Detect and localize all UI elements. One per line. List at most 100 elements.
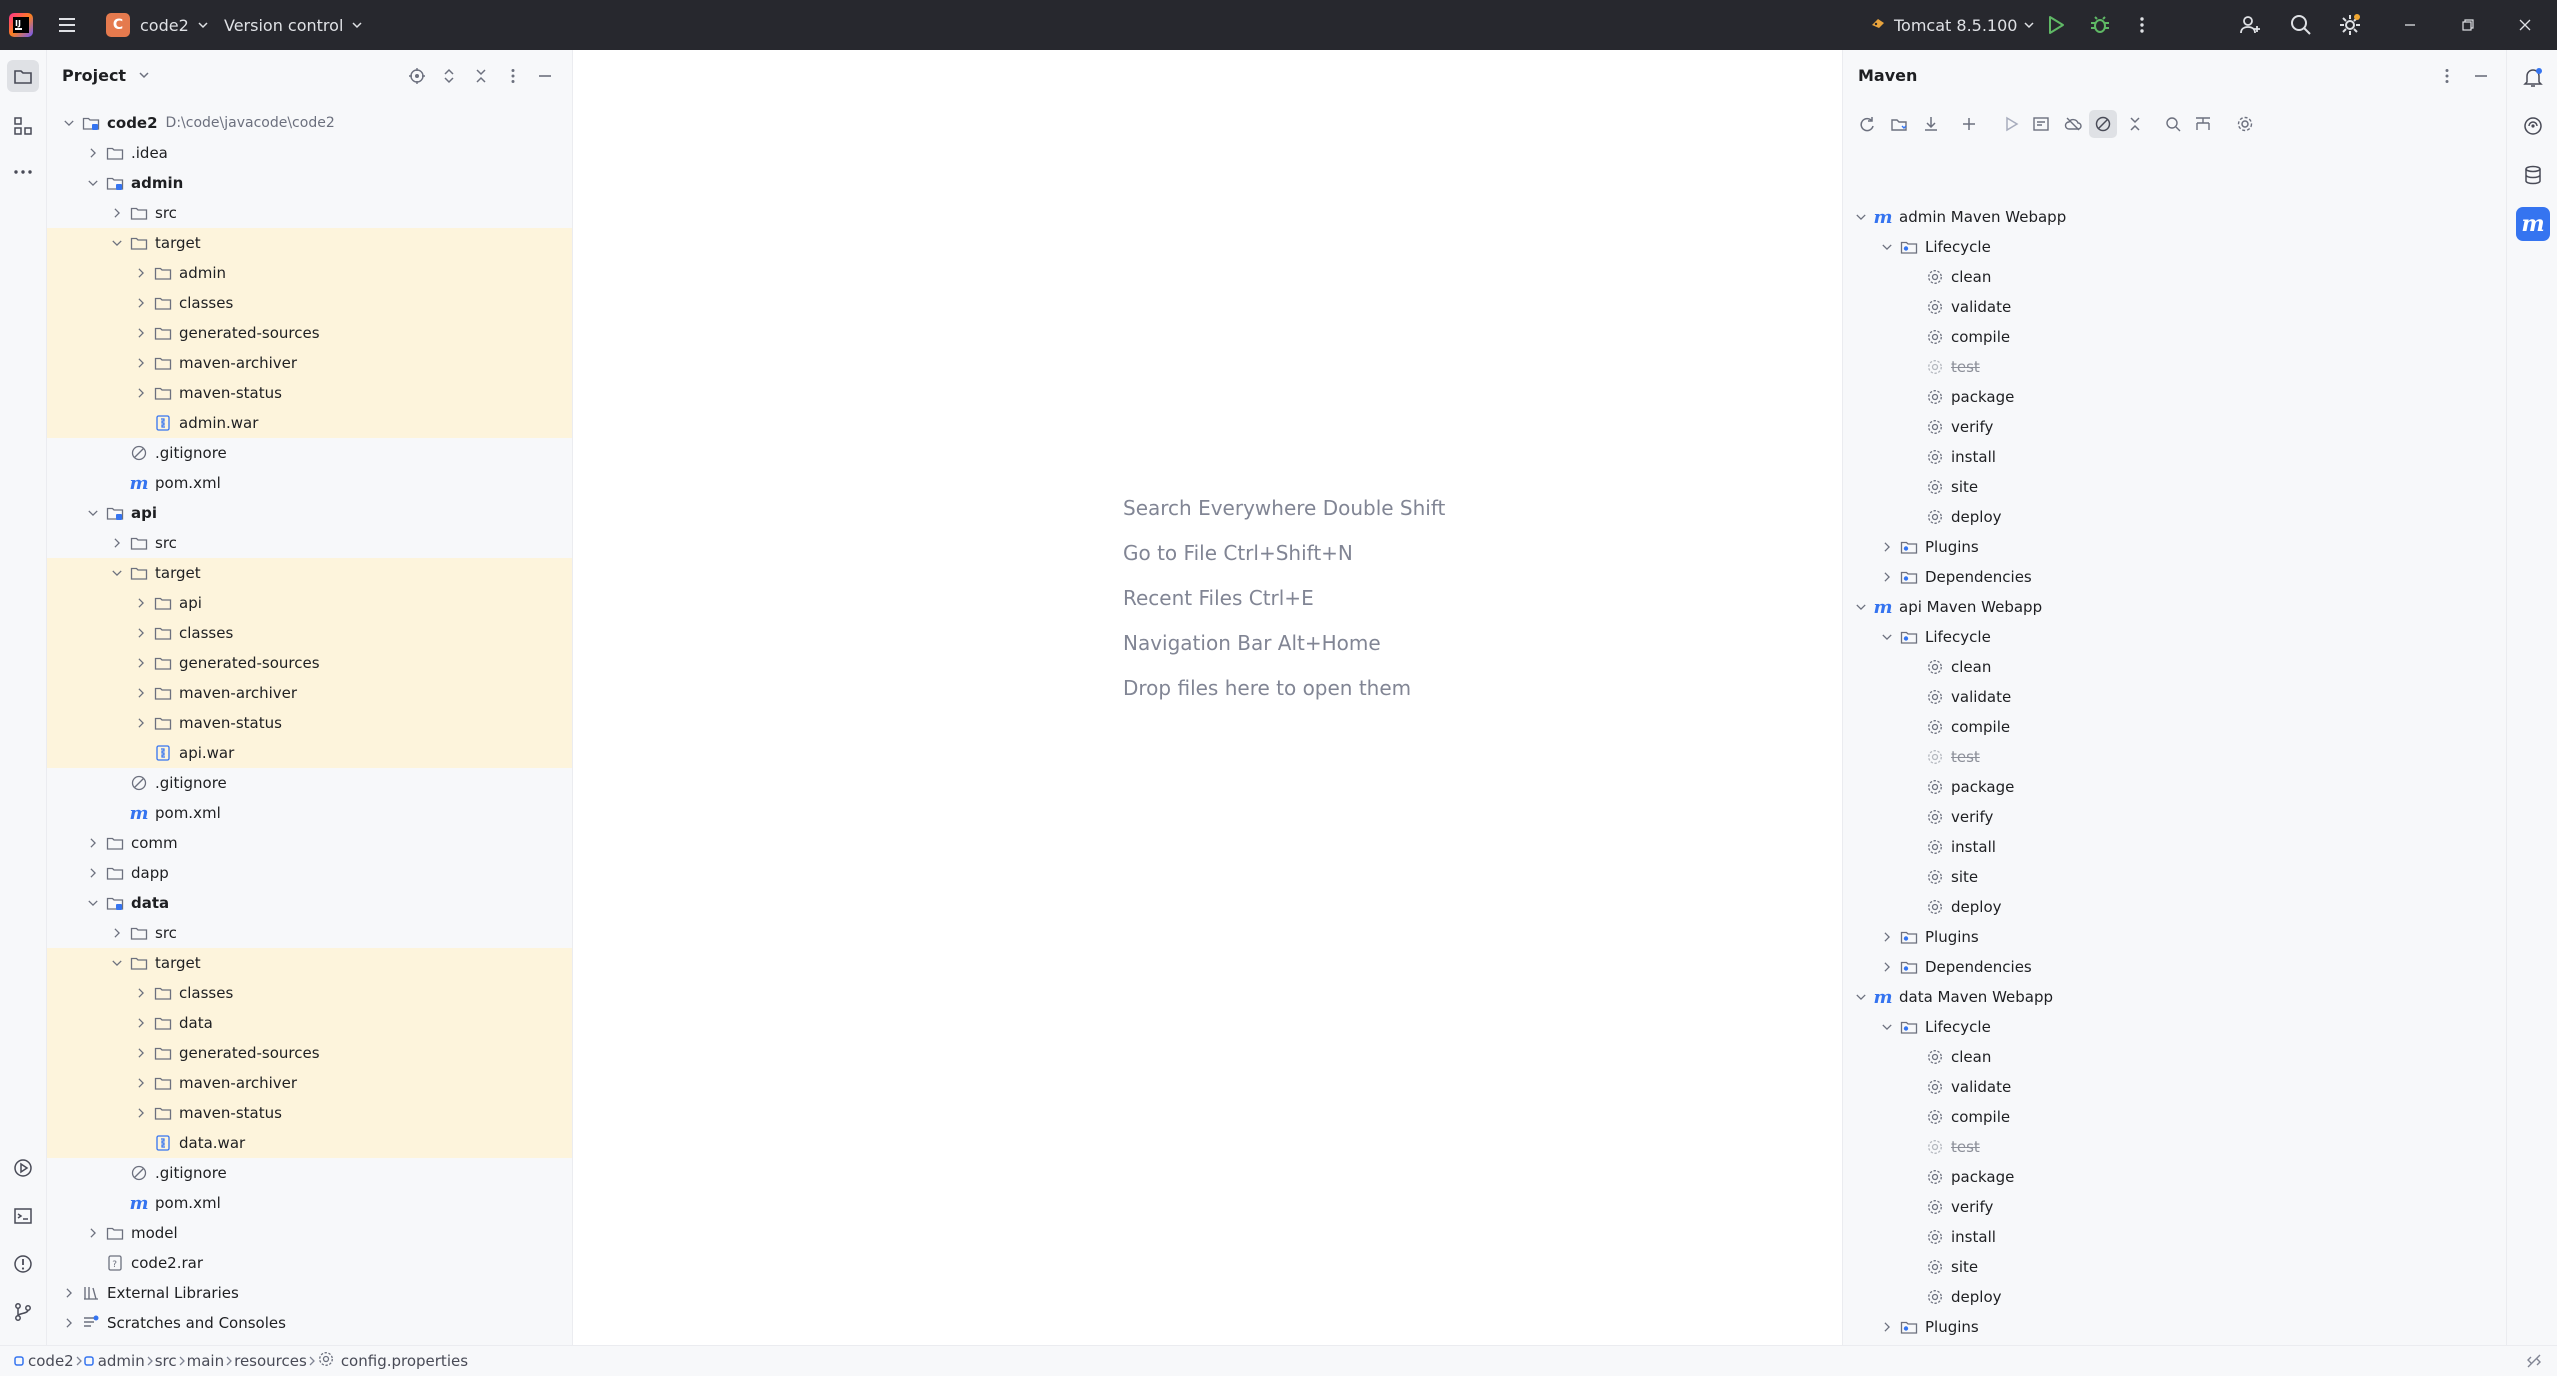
minimize-window-button[interactable] — [2385, 0, 2435, 50]
breadcrumb-item[interactable]: code2 — [14, 1352, 74, 1370]
chevron-right-icon[interactable] — [59, 1313, 79, 1333]
tree-row[interactable]: target — [47, 558, 572, 588]
chevron-down-icon[interactable] — [1851, 597, 1871, 617]
chevron-down-icon[interactable] — [107, 233, 127, 253]
show-dependencies-icon[interactable] — [2159, 110, 2187, 138]
power-save-icon[interactable] — [2525, 1352, 2543, 1374]
chevron-right-icon[interactable] — [107, 203, 127, 223]
maven-group-row[interactable]: Lifecycle — [1843, 622, 2506, 652]
chevron-right-icon[interactable] — [83, 143, 103, 163]
lifecycle-goal-row[interactable]: clean — [1843, 1042, 2506, 1072]
more-tools-icon[interactable] — [7, 156, 39, 188]
lifecycle-goal-row[interactable]: site — [1843, 1252, 2506, 1282]
lifecycle-goal-row[interactable]: validate — [1843, 1072, 2506, 1102]
lifecycle-goal-row[interactable]: test — [1843, 352, 2506, 382]
lifecycle-goal-row[interactable]: deploy — [1843, 502, 2506, 532]
lifecycle-goal-row[interactable]: verify — [1843, 1192, 2506, 1222]
tree-row[interactable]: api — [47, 588, 572, 618]
chevron-right-icon[interactable] — [131, 263, 151, 283]
chevron-down-icon[interactable] — [1877, 627, 1897, 647]
chevron-right-icon[interactable] — [131, 1073, 151, 1093]
lifecycle-goal-row[interactable]: validate — [1843, 682, 2506, 712]
project-view-selector[interactable]: Project — [62, 66, 150, 85]
lifecycle-goal-row[interactable]: site — [1843, 862, 2506, 892]
lifecycle-goal-row[interactable]: package — [1843, 772, 2506, 802]
maven-settings-icon[interactable] — [2231, 110, 2259, 138]
breadcrumb-item[interactable]: admin — [83, 1352, 145, 1370]
main-menu-icon[interactable] — [56, 0, 78, 50]
code-with-me-icon[interactable] — [2238, 0, 2262, 50]
breadcrumb-item[interactable]: config.properties — [317, 1350, 468, 1372]
chevron-right-icon[interactable] — [131, 653, 151, 673]
chevron-down-icon[interactable] — [107, 563, 127, 583]
chevron-down-icon[interactable] — [1851, 987, 1871, 1007]
maven-group-row[interactable]: Dependencies — [1843, 952, 2506, 982]
chevron-right-icon[interactable] — [131, 1043, 151, 1063]
tree-row[interactable]: Scratches and Consoles — [47, 1308, 572, 1338]
tree-row[interactable]: src — [47, 918, 572, 948]
run-config-selector[interactable]: Tomcat 8.5.100 — [1870, 0, 2035, 50]
tree-row[interactable]: dapp — [47, 858, 572, 888]
lifecycle-goal-row[interactable]: install — [1843, 832, 2506, 862]
chevron-right-icon[interactable] — [1877, 567, 1897, 587]
tree-row[interactable]: api — [47, 498, 572, 528]
lifecycle-goal-row[interactable]: install — [1843, 442, 2506, 472]
chevron-right-icon[interactable] — [131, 1013, 151, 1033]
restore-window-button[interactable] — [2443, 0, 2493, 50]
tree-row[interactable]: src — [47, 198, 572, 228]
tree-row[interactable]: admin — [47, 258, 572, 288]
tree-row[interactable]: model — [47, 1218, 572, 1248]
lifecycle-goal-row[interactable]: compile — [1843, 1102, 2506, 1132]
tree-row[interactable]: generated-sources — [47, 318, 572, 348]
tree-row[interactable]: classes — [47, 978, 572, 1008]
chevron-right-icon[interactable] — [131, 593, 151, 613]
tree-row[interactable]: maven-archiver — [47, 1068, 572, 1098]
maven-group-row[interactable]: Plugins — [1843, 922, 2506, 952]
chevron-right-icon[interactable] — [1877, 927, 1897, 947]
maven-project-row[interactable]: m api Maven Webapp — [1843, 592, 2506, 622]
chevron-down-icon[interactable] — [1851, 207, 1871, 227]
structure-tool-icon[interactable] — [7, 110, 39, 142]
tree-row[interactable]: classes — [47, 288, 572, 318]
tree-row[interactable]: External Libraries — [47, 1278, 572, 1308]
chevron-right-icon[interactable] — [1877, 1317, 1897, 1337]
breadcrumb-item[interactable]: resources — [234, 1352, 307, 1370]
tree-row[interactable]: .idea — [47, 138, 572, 168]
chevron-right-icon[interactable] — [131, 383, 151, 403]
ai-assistant-icon[interactable] — [2516, 109, 2550, 143]
tree-row[interactable]: admin — [47, 168, 572, 198]
lifecycle-goal-row[interactable]: verify — [1843, 412, 2506, 442]
lifecycle-goal-row[interactable]: compile — [1843, 322, 2506, 352]
chevron-right-icon[interactable] — [83, 833, 103, 853]
tree-row[interactable]: generated-sources — [47, 648, 572, 678]
chevron-right-icon[interactable] — [83, 1223, 103, 1243]
tree-row[interactable]: target — [47, 228, 572, 258]
add-maven-project-icon[interactable] — [1955, 110, 1983, 138]
editor-empty-area[interactable]: Search Everywhere Double Shift Go to Fil… — [573, 50, 1841, 1345]
terminal-tool-icon[interactable] — [7, 1200, 39, 1232]
lifecycle-goal-row[interactable]: install — [1843, 1222, 2506, 1252]
tree-row[interactable]: code2 D:\code\javacode\code2 — [47, 108, 572, 138]
maven-group-row[interactable]: Lifecycle — [1843, 1012, 2506, 1042]
hide-panel-icon[interactable] — [2469, 64, 2493, 88]
offline-mode-icon[interactable] — [2059, 110, 2087, 138]
chevron-right-icon[interactable] — [1877, 537, 1897, 557]
tree-row[interactable]: target — [47, 948, 572, 978]
tree-row[interactable]: data.war — [47, 1128, 572, 1158]
lifecycle-goal-row[interactable]: clean — [1843, 652, 2506, 682]
tree-row[interactable]: maven-status — [47, 1098, 572, 1128]
notifications-icon[interactable] — [2516, 60, 2550, 94]
chevron-right-icon[interactable] — [131, 1103, 151, 1123]
show-diagram-icon[interactable] — [2189, 110, 2217, 138]
tree-row[interactable]: .gitignore — [47, 438, 572, 468]
tree-row[interactable]: maven-status — [47, 378, 572, 408]
locate-file-icon[interactable] — [405, 64, 429, 88]
chevron-right-icon[interactable] — [131, 323, 151, 343]
tree-row[interactable]: m pom.xml — [47, 798, 572, 828]
lifecycle-goal-row[interactable]: package — [1843, 1162, 2506, 1192]
lifecycle-goal-row[interactable]: compile — [1843, 712, 2506, 742]
maven-project-row[interactable]: m data Maven Webapp — [1843, 982, 2506, 1012]
chevron-down-icon[interactable] — [83, 173, 103, 193]
run-button[interactable] — [2044, 0, 2066, 50]
chevron-down-icon[interactable] — [1877, 237, 1897, 257]
